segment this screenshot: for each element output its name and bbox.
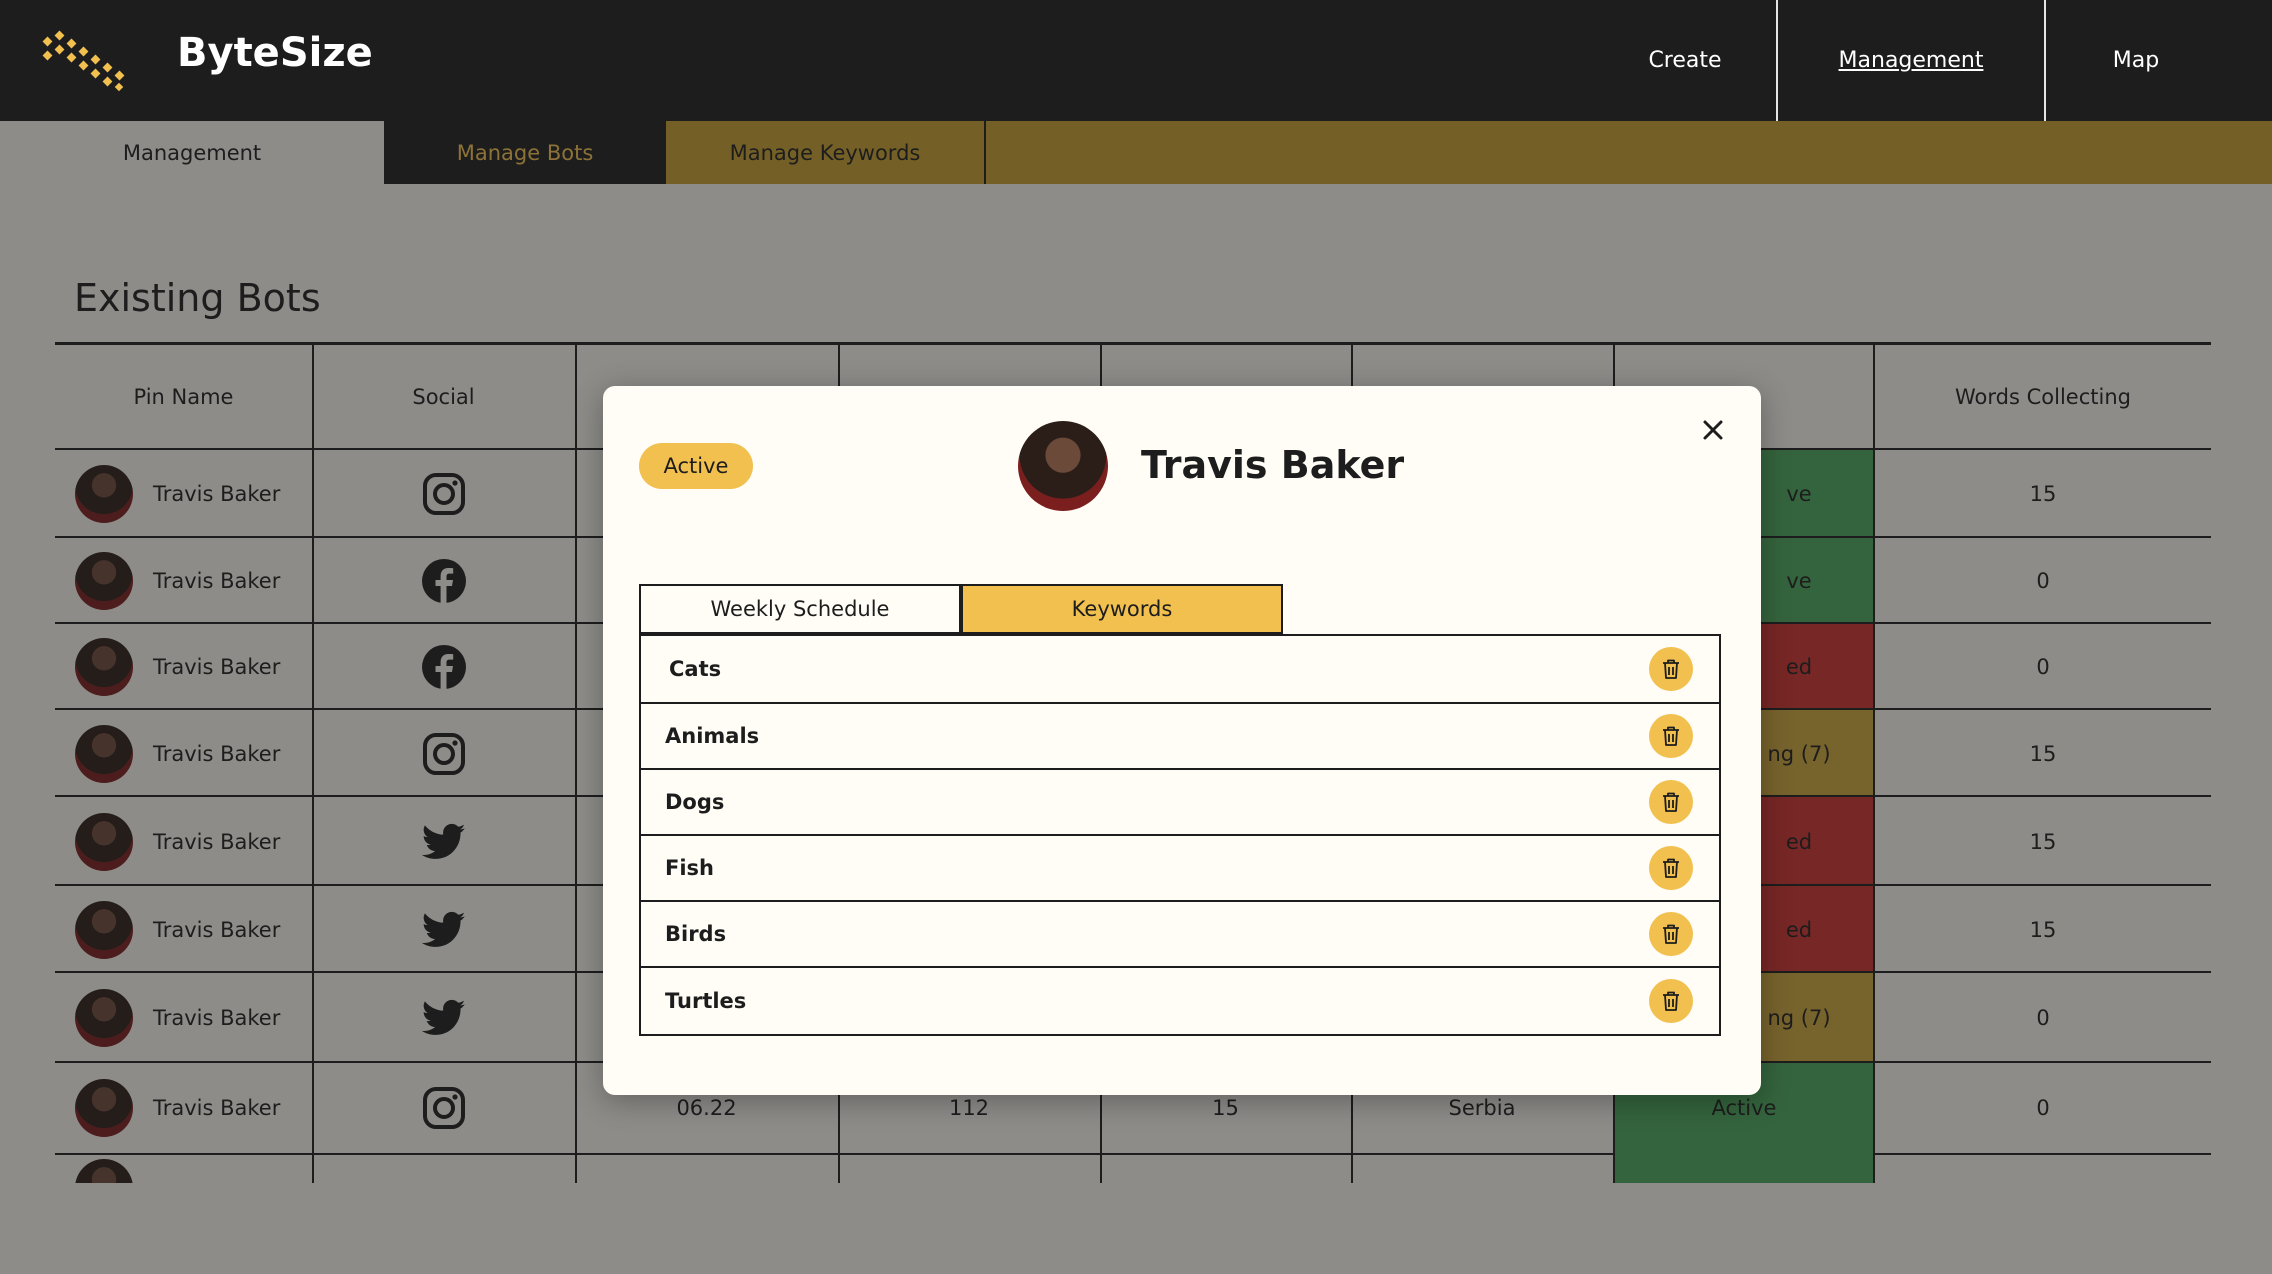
nav-create[interactable]: Create: [1595, 0, 1775, 121]
list-item: Animals: [641, 702, 1719, 768]
nav-management[interactable]: Management: [1776, 0, 2046, 121]
keyword-label: Birds: [665, 922, 727, 946]
top-navigation-bar: ByteSize Create Management Map: [0, 0, 2272, 121]
keyword-label: Dogs: [665, 790, 725, 814]
trash-icon: [1663, 726, 1679, 746]
keyword-label: Animals: [665, 724, 760, 748]
list-item: Cats: [641, 636, 1719, 702]
bot-name: Travis Baker: [1141, 443, 1405, 487]
list-item: Birds: [641, 900, 1719, 966]
delete-keyword-button[interactable]: [1649, 979, 1693, 1023]
keyword-label: Turtles: [665, 989, 747, 1013]
tab-weekly-schedule[interactable]: Weekly Schedule: [639, 584, 961, 634]
status-badge: Active: [639, 443, 753, 489]
bot-details-modal: Active Travis Baker Weekly Schedule Keyw…: [603, 386, 1761, 1095]
close-icon: [1703, 420, 1723, 440]
delete-keyword-button[interactable]: [1649, 647, 1693, 691]
list-item: Fish: [641, 834, 1719, 900]
list-item: Dogs: [641, 768, 1719, 834]
trash-icon: [1663, 858, 1679, 878]
delete-keyword-button[interactable]: [1649, 780, 1693, 824]
avatar: [1018, 421, 1108, 511]
bytesize-logo-icon: [42, 30, 125, 92]
keywords-list: Cats Animals Dogs Fish Birds Turtles: [639, 634, 1721, 1036]
brand-name: ByteSize: [177, 30, 373, 76]
trash-icon: [1663, 792, 1679, 812]
keyword-label: Fish: [665, 856, 714, 880]
keyword-label: Cats: [669, 657, 722, 681]
close-button[interactable]: [1693, 410, 1733, 450]
trash-icon: [1663, 991, 1679, 1011]
trash-icon: [1663, 924, 1679, 944]
delete-keyword-button[interactable]: [1649, 714, 1693, 758]
nav-map[interactable]: Map: [2044, 0, 2228, 121]
delete-keyword-button[interactable]: [1649, 846, 1693, 890]
tab-keywords[interactable]: Keywords: [961, 584, 1283, 634]
trash-icon: [1663, 659, 1679, 679]
delete-keyword-button[interactable]: [1649, 912, 1693, 956]
list-item: Turtles: [641, 966, 1719, 1034]
